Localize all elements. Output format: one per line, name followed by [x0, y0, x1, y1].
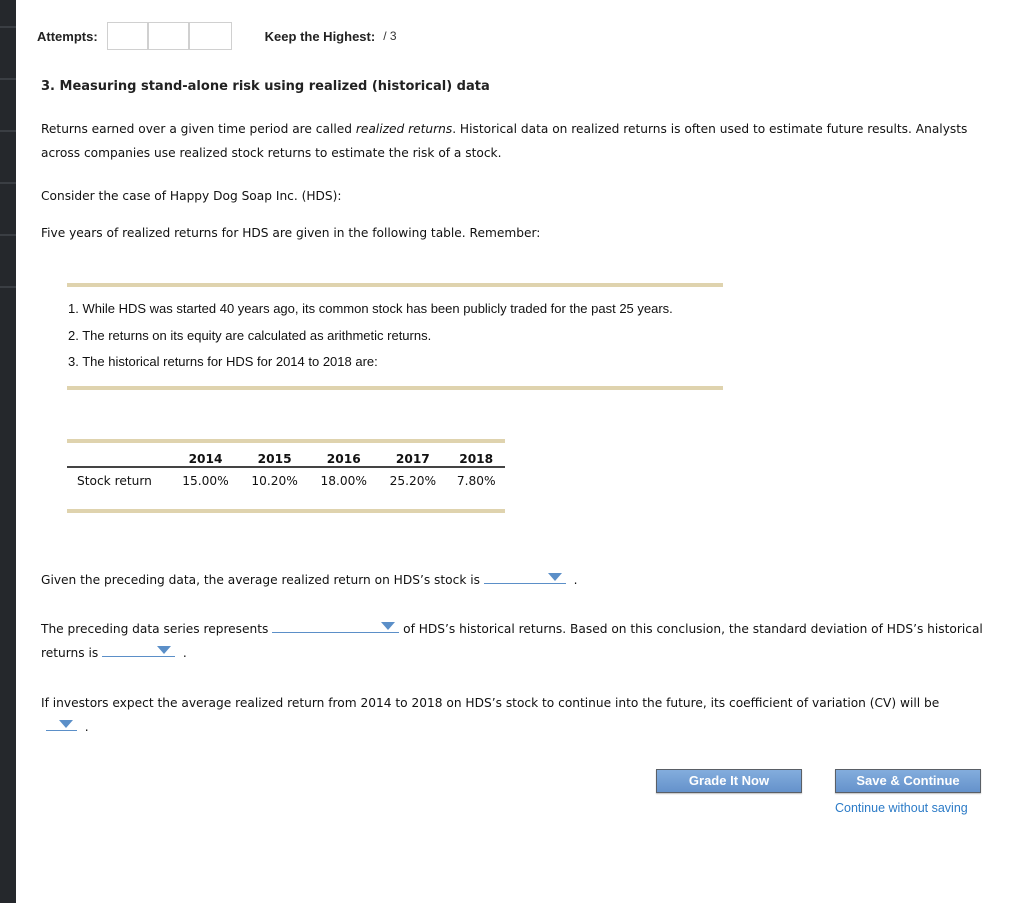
return-cell: 15.00% [182, 474, 229, 488]
sidebar-divider [0, 26, 16, 28]
row-label: Stock return [77, 474, 152, 488]
table-header-row: 2014 2015 2016 2017 2018 [67, 441, 505, 467]
sidebar-divider [0, 130, 16, 132]
remember-notes: 1. While HDS was started 40 years ago, i… [67, 283, 723, 390]
attempt-boxes [106, 22, 232, 50]
series-prompt: The preceding data series represents [41, 622, 269, 636]
attempt-box-2 [148, 23, 190, 49]
return-cell: 7.80% [456, 474, 496, 488]
sidebar-divider [0, 234, 16, 236]
sidebar-divider [0, 286, 16, 288]
intro-text-1: Returns earned over a given time period … [41, 122, 356, 136]
returns-is-prompt: returns is [41, 646, 99, 660]
return-cell: 18.00% [320, 474, 367, 488]
series-prompt-continued: of HDS’s historical returns. Based on th… [403, 622, 983, 636]
table-row: Stock return 15.00% 10.20% 18.00% 25.20%… [67, 467, 505, 511]
consider-paragraph: Consider the case of Happy Dog Soap Inc.… [41, 189, 342, 203]
dropdown-caret-icon [157, 646, 172, 654]
average-return-dropdown[interactable] [483, 569, 566, 584]
average-return-prompt: Given the preceding data, the average re… [41, 573, 481, 587]
sidebar-divider [0, 78, 16, 80]
intro-italic-term: realized returns [355, 122, 453, 136]
year-header: 2016 [326, 451, 361, 466]
cv-prompt: If investors expect the average realized… [41, 696, 940, 710]
return-cell: 10.20% [251, 474, 298, 488]
period: . [84, 720, 89, 734]
year-header: 2014 [188, 451, 223, 466]
year-header: 2017 [395, 451, 430, 466]
dropdown-caret-icon [59, 720, 73, 728]
note-item: 1. While HDS was started 40 years ago, i… [68, 301, 673, 316]
period: . [182, 646, 187, 660]
question-title: 3. Measuring stand-alone risk using real… [41, 79, 490, 94]
dropdown-caret-icon [381, 622, 396, 630]
keep-highest-label: Keep the Highest: [264, 28, 376, 44]
intro-paragraph: Returns earned over a given time period … [41, 117, 1001, 165]
series-question: The preceding data series represents of … [41, 617, 1001, 665]
series-represents-dropdown[interactable] [272, 618, 400, 633]
left-sidebar [0, 0, 16, 903]
period: . [573, 573, 578, 587]
table-corner [67, 441, 171, 467]
save-continue-button[interactable]: Save & Continue [835, 769, 981, 793]
grade-it-now-button[interactable]: Grade It Now [656, 769, 802, 793]
return-cell: 25.20% [389, 474, 437, 488]
cv-question: If investors expect the average realized… [41, 691, 1001, 739]
sidebar-divider [0, 182, 16, 184]
cv-dropdown[interactable] [46, 716, 77, 731]
attempt-box-1 [107, 23, 149, 49]
attempt-box-3 [189, 23, 231, 49]
returns-table: 2014 2015 2016 2017 2018 Stock return 15… [67, 439, 505, 513]
continue-without-saving-link[interactable]: Continue without saving [835, 801, 968, 815]
average-return-question: Given the preceding data, the average re… [41, 568, 578, 592]
note-item: 3. The historical returns for HDS for 20… [68, 354, 378, 369]
dropdown-caret-icon [547, 573, 562, 581]
attempts-bar: Attempts: Keep the Highest: / 3 [37, 22, 397, 50]
attempts-label: Attempts: [37, 28, 98, 44]
std-dev-dropdown[interactable] [102, 642, 176, 657]
keep-highest-value: / 3 [383, 29, 397, 43]
note-item: 2. The returns on its equity are calcula… [68, 327, 432, 343]
year-header: 2018 [459, 451, 494, 466]
year-header: 2015 [257, 451, 292, 466]
five-years-paragraph: Five years of realized returns for HDS a… [41, 226, 541, 240]
